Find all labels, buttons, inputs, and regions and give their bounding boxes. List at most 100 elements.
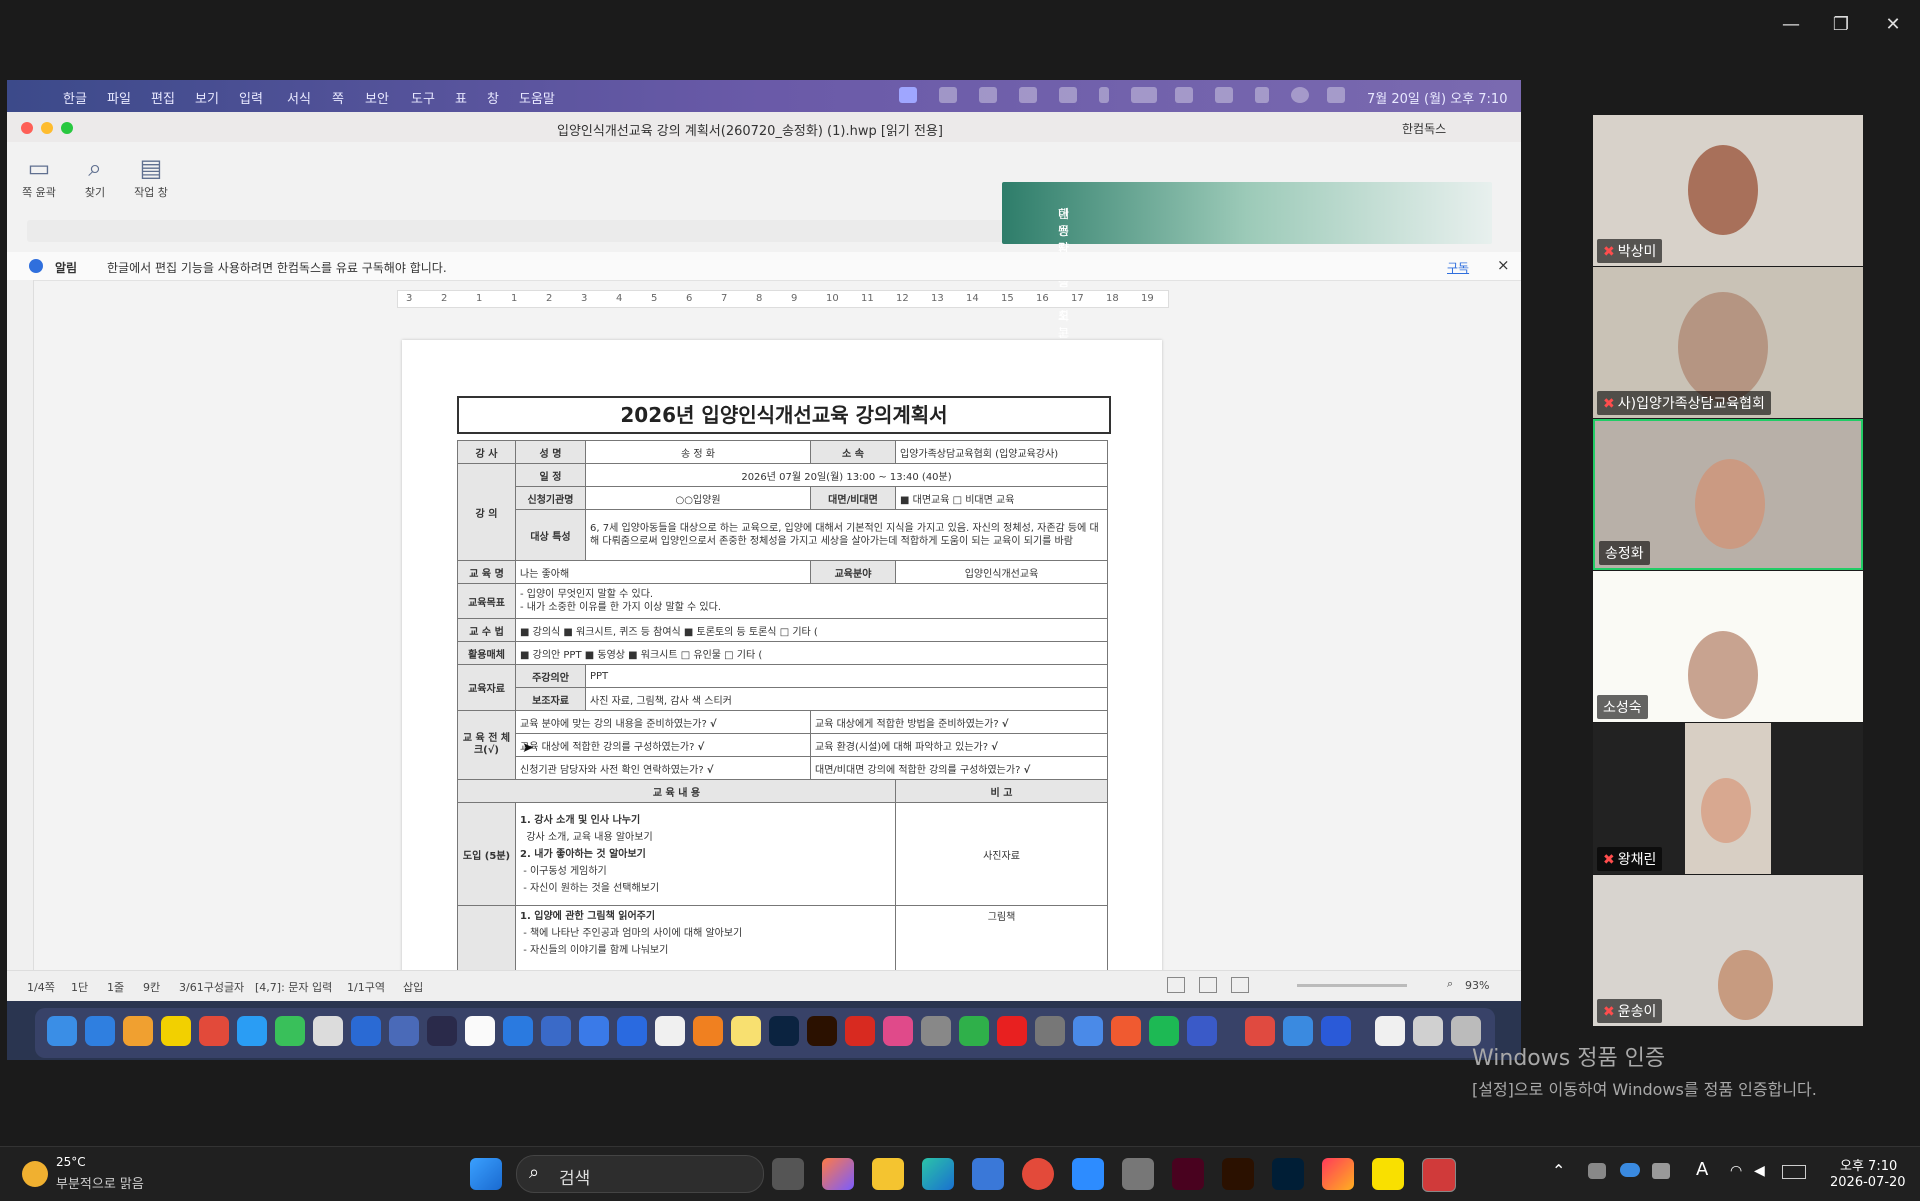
weather-icon[interactable] — [22, 1161, 48, 1187]
appstore-icon[interactable] — [237, 1016, 267, 1046]
view-mode-icon[interactable] — [1231, 977, 1249, 993]
stickies-icon[interactable] — [731, 1016, 761, 1046]
zoom-slider[interactable] — [1297, 984, 1407, 987]
page-outline-button[interactable]: ▭ 쪽 윤곽 — [13, 154, 65, 200]
participant-tile[interactable]: ✖ 사)입양가족상담교육협회 — [1593, 267, 1863, 418]
menu-item[interactable]: 보안 — [365, 88, 389, 107]
file-explorer-icon[interactable] — [872, 1158, 904, 1190]
screen-share-icon[interactable] — [899, 87, 917, 103]
app-icon[interactable] — [503, 1016, 533, 1046]
menu-item[interactable]: 도움말 — [519, 88, 555, 107]
app-icon[interactable] — [1073, 1016, 1103, 1046]
app-icon[interactable] — [579, 1016, 609, 1046]
illustrator-icon[interactable] — [1222, 1158, 1254, 1190]
tray-icon[interactable] — [1588, 1163, 1606, 1179]
chevron-up-icon[interactable]: ⌃ — [1552, 1161, 1565, 1180]
wifi-icon[interactable] — [1175, 87, 1193, 103]
menu-item[interactable]: 파일 — [107, 88, 131, 107]
task-view-icon[interactable] — [772, 1158, 804, 1190]
status-icon[interactable] — [1059, 87, 1077, 103]
account-label[interactable]: 한컴독스 — [1402, 120, 1446, 137]
messages-icon[interactable] — [275, 1016, 305, 1046]
notes-icon[interactable] — [655, 1016, 685, 1046]
ad-banner[interactable]: 한번 자주 놀러오는 캠핑족은대용량 가성비 최고 세트 — [1002, 182, 1492, 408]
acrobat-icon[interactable] — [845, 1016, 875, 1046]
onedrive-icon[interactable] — [1620, 1163, 1640, 1177]
menu-item[interactable]: 입력 — [239, 88, 263, 107]
battery-icon[interactable] — [1131, 87, 1157, 103]
app-icon[interactable] — [389, 1016, 419, 1046]
restore-button[interactable]: ❐ — [1818, 10, 1864, 40]
zoom-icon[interactable] — [1072, 1158, 1104, 1190]
wifi-icon[interactable]: ◠ — [1730, 1163, 1742, 1179]
participant-tile[interactable]: ✖ 윤송이 — [1593, 875, 1863, 1026]
menu-item[interactable]: 편집 — [151, 88, 175, 107]
clock-date[interactable]: 2026-07-20 — [1830, 1175, 1906, 1190]
close-light-icon[interactable] — [21, 122, 33, 134]
status-icon[interactable] — [939, 87, 957, 103]
menu-item[interactable]: 서식 — [287, 88, 311, 107]
view-mode-icon[interactable] — [1167, 977, 1185, 993]
battery-icon[interactable] — [1782, 1165, 1806, 1179]
search-box[interactable]: ⌕ 검색 — [516, 1155, 764, 1193]
youtube-icon[interactable] — [997, 1016, 1027, 1046]
menu-item[interactable]: 쪽 — [332, 88, 344, 107]
finder-icon[interactable] — [47, 1016, 77, 1046]
participant-tile-active[interactable]: 송정화 — [1593, 419, 1863, 570]
app-icon[interactable] — [1245, 1016, 1275, 1046]
menu-item[interactable]: 보기 — [195, 88, 219, 107]
store-icon[interactable] — [972, 1158, 1004, 1190]
close-button[interactable]: ✕ — [1870, 10, 1916, 40]
spotlight-icon[interactable] — [1255, 87, 1269, 103]
find-button[interactable]: ⌕ 찾기 — [69, 154, 121, 200]
participant-tile[interactable]: 소성숙 — [1593, 571, 1863, 722]
view-mode-icon[interactable] — [1199, 977, 1217, 993]
document-icon[interactable] — [1375, 1016, 1405, 1046]
app-icon[interactable] — [427, 1016, 457, 1046]
chrome-icon[interactable] — [199, 1016, 229, 1046]
photoshop-icon[interactable] — [1272, 1158, 1304, 1190]
siri-icon[interactable] — [1291, 87, 1309, 103]
menu-item[interactable]: 창 — [487, 88, 499, 107]
close-icon[interactable]: × — [1497, 256, 1510, 274]
app-icon[interactable] — [921, 1016, 951, 1046]
tasks-icon[interactable] — [617, 1016, 647, 1046]
menu-item[interactable]: 표 — [455, 88, 467, 107]
app-icon[interactable] — [959, 1016, 989, 1046]
app-icon[interactable] — [1187, 1016, 1217, 1046]
calendar-icon[interactable] — [313, 1016, 343, 1046]
pages-icon[interactable] — [693, 1016, 723, 1046]
photoshop-icon[interactable] — [769, 1016, 799, 1046]
spotify-icon[interactable] — [1149, 1016, 1179, 1046]
edge-icon[interactable] — [922, 1158, 954, 1190]
bluetooth-icon[interactable] — [1099, 87, 1109, 103]
subscribe-link[interactable]: 구독 — [1447, 259, 1469, 276]
app-icon[interactable] — [541, 1016, 571, 1046]
horizontal-ruler[interactable]: 3 2 1 1 2 3 4 5 6 7 8 9 10 11 12 13 14 15 16 17 18 19 — [397, 290, 1169, 308]
menu-item[interactable]: 도구 — [411, 88, 435, 107]
zoom-light-icon[interactable] — [61, 122, 73, 134]
control-center-icon[interactable] — [1215, 87, 1233, 103]
app-icon[interactable] — [1283, 1016, 1313, 1046]
ime-indicator[interactable]: A — [1696, 1159, 1708, 1180]
app-icon[interactable] — [1122, 1158, 1154, 1190]
tray-icon[interactable] — [1652, 1163, 1670, 1179]
copilot-icon[interactable] — [822, 1158, 854, 1190]
format-toolbar[interactable] — [27, 220, 1167, 242]
minimize-button[interactable]: — — [1768, 10, 1814, 40]
zoom-level[interactable]: 93% — [1465, 979, 1489, 992]
kakaotalk-icon[interactable] — [161, 1016, 191, 1046]
menu-item[interactable]: 한글 — [63, 88, 87, 107]
app-icon[interactable] — [883, 1016, 913, 1046]
status-icon[interactable] — [1019, 87, 1037, 103]
weather-temp[interactable]: 25°C — [56, 1155, 86, 1169]
weather-desc[interactable]: 부분적으로 맑음 — [56, 1173, 144, 1192]
status-icon[interactable] — [1327, 87, 1345, 103]
app-icon[interactable] — [351, 1016, 381, 1046]
safari-icon[interactable] — [85, 1016, 115, 1046]
chrome-icon[interactable] — [1022, 1158, 1054, 1190]
minimize-light-icon[interactable] — [41, 122, 53, 134]
clock-time[interactable]: 오후 7:10 — [1840, 1155, 1897, 1174]
status-icon[interactable] — [979, 87, 997, 103]
folder-icon[interactable] — [1413, 1016, 1443, 1046]
